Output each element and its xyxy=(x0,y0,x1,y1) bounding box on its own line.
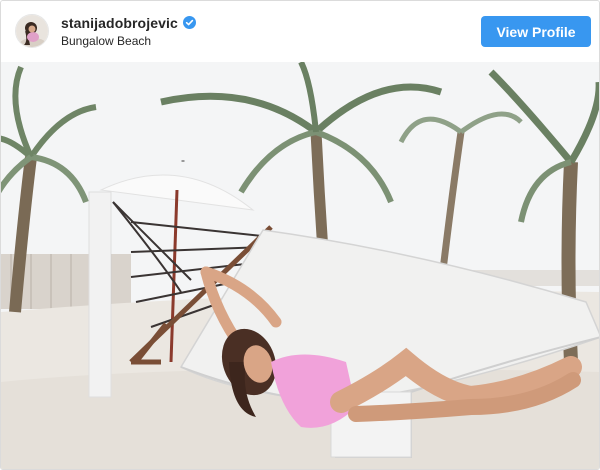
hammock-post-left xyxy=(88,191,112,398)
post-header: stanijadobrojevic Bungalow Beach View Pr… xyxy=(1,1,599,61)
username-line: stanijadobrojevic xyxy=(61,15,196,31)
username-link[interactable]: stanijadobrojevic xyxy=(61,15,178,31)
post-photo[interactable] xyxy=(1,62,599,469)
profile-avatar[interactable] xyxy=(15,14,49,48)
verified-badge-icon xyxy=(182,16,196,29)
location-link[interactable]: Bungalow Beach xyxy=(61,34,196,48)
view-profile-button[interactable]: View Profile xyxy=(481,16,591,47)
instagram-post-embed: stanijadobrojevic Bungalow Beach View Pr… xyxy=(0,0,600,470)
post-meta: stanijadobrojevic Bungalow Beach xyxy=(61,15,196,48)
